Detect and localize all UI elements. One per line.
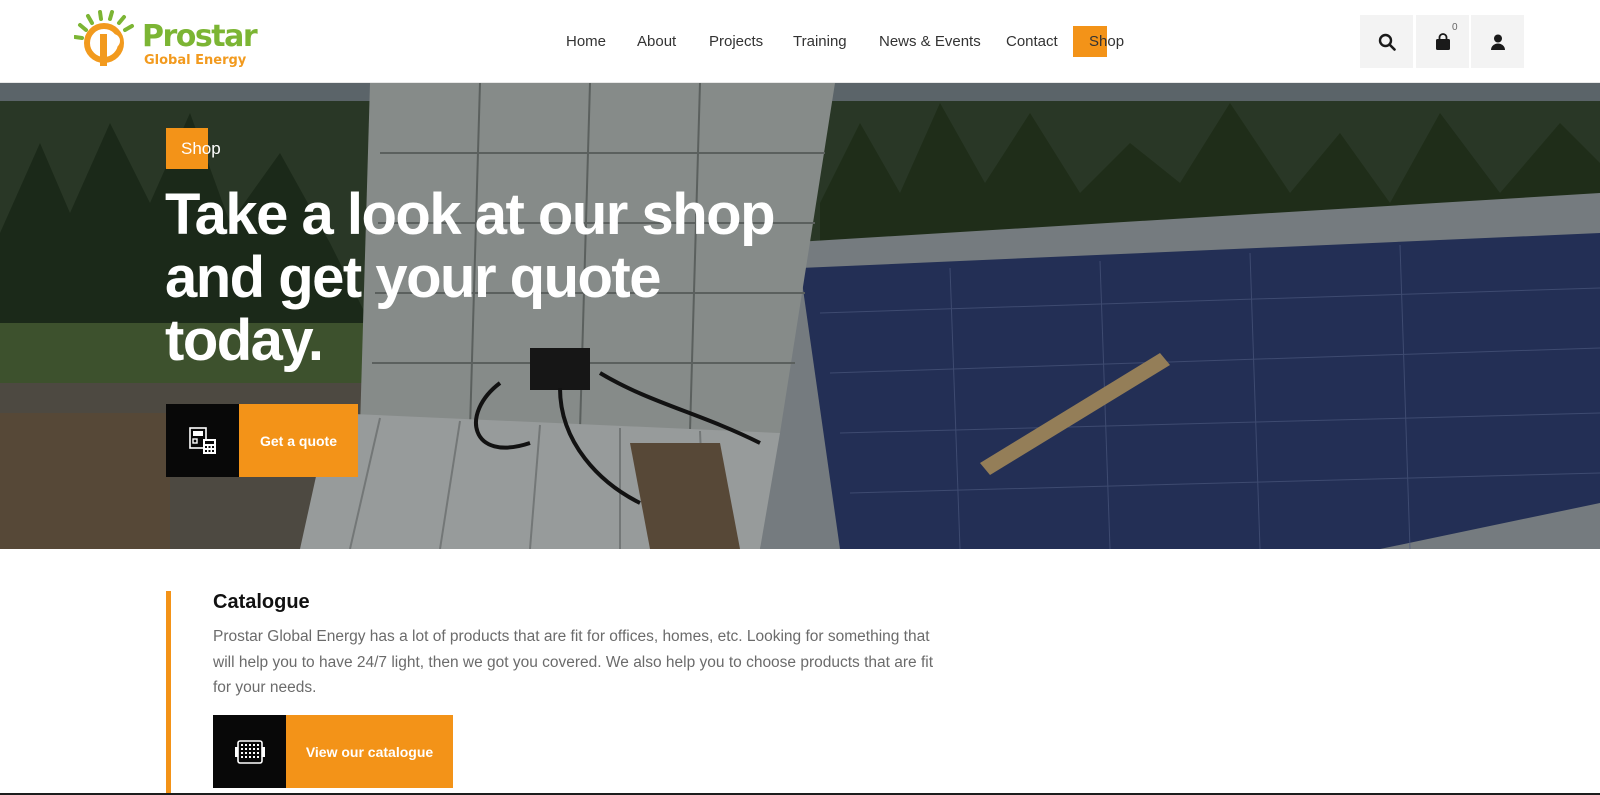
nav-news-events[interactable]: News & Events [879,30,981,54]
nav-projects[interactable]: Projects [709,30,763,54]
brand-subtitle: Global Energy [144,53,247,68]
catalogue-description: Prostar Global Energy has a lot of produ… [213,628,934,696]
cta-icon-box [213,715,286,788]
nav-shop[interactable]: Shop [1089,30,1124,54]
hero-title-line-1: Take a look at our shop [165,182,776,247]
cart-button[interactable] [1416,15,1469,68]
account-button[interactable] [1471,15,1524,68]
shopping-bag-icon [1435,32,1450,50]
site-header: Prostar Global Energy Home About Project… [0,0,1600,83]
catalogue-section: Catalogue Prostar Global Energy has a lo… [166,591,946,795]
cta-icon-box [166,404,239,477]
cart-count: 0 [1452,22,1458,33]
nav-about[interactable]: About [637,30,676,54]
nav-contact[interactable]: Contact [1006,30,1058,54]
solar-panel-icon [234,739,265,764]
view-catalogue-button[interactable]: View our catalogue [213,715,453,788]
calculator-quote-icon [188,426,216,454]
get-quote-button[interactable]: Get a quote [166,404,358,477]
user-icon [1490,34,1505,50]
view-catalogue-label: View our catalogue [286,715,453,788]
nav-training[interactable]: Training [793,30,847,54]
hero-banner: Shop Take a look at our shop and get you… [0,83,1600,549]
search-icon [1378,33,1396,51]
hero-title-line-3: today. [165,308,324,373]
hero-title-line-2: and get your quote [165,245,662,310]
hero-title: Take a look at our shop and get your quo… [165,183,805,372]
nav-home[interactable]: Home [566,30,606,54]
get-quote-label: Get a quote [239,404,358,477]
search-button[interactable] [1360,15,1413,68]
catalogue-title: Catalogue [213,591,310,613]
hero-badge: Shop [166,128,236,169]
